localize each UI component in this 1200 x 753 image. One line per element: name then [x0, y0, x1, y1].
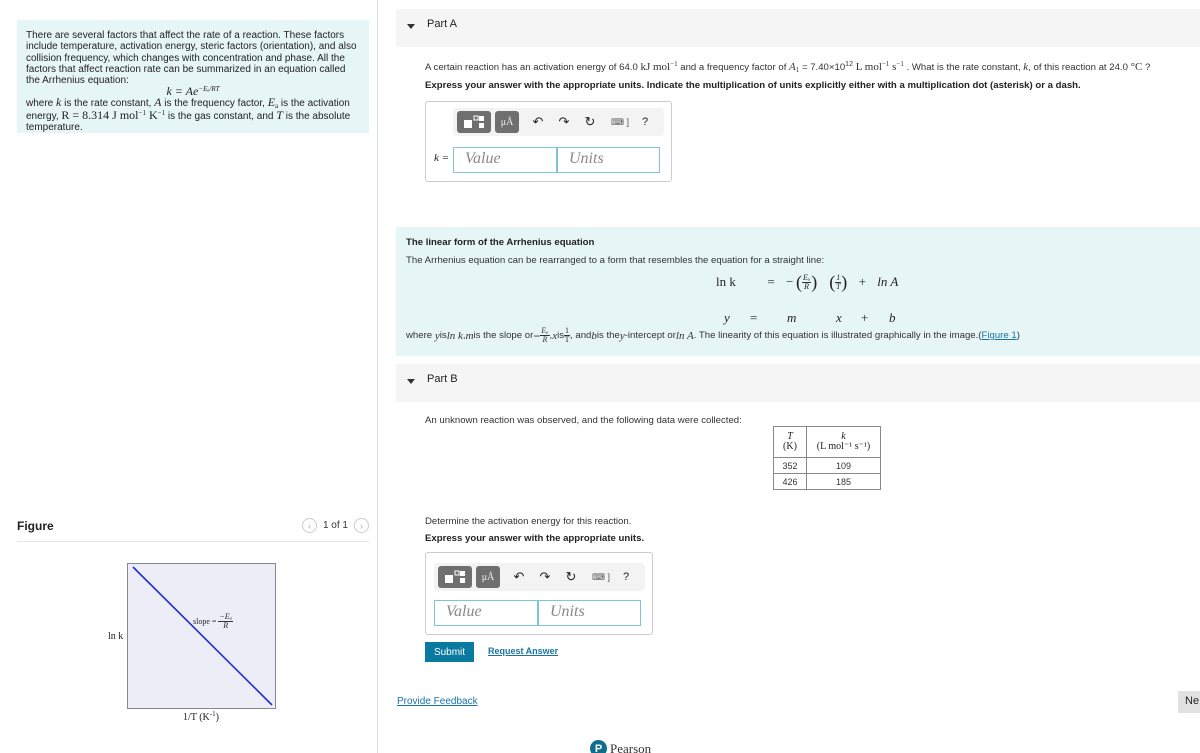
template-icon — [464, 115, 484, 128]
part-b-instruction: Express your answer with the appropriate… — [425, 533, 645, 544]
part-b-units-input[interactable]: Units — [538, 600, 641, 626]
linear-m-var: m — [787, 310, 797, 325]
template-icon — [445, 570, 465, 583]
part-a-units-input[interactable]: Units — [557, 147, 660, 173]
linear-form-title: The linear form of the Arrhenius equatio… — [406, 237, 595, 248]
table-cell: 352 — [773, 457, 807, 474]
part-b-intro: An unknown reaction was observed, and th… — [425, 415, 742, 426]
k-equals-label: k = — [434, 152, 450, 164]
linear-form-box: The linear form of the Arrhenius equatio… — [396, 227, 1200, 356]
table-header-row: T (K) k (L mol⁻¹ s⁻¹) — [773, 426, 881, 458]
pearson-wordmark: Pearson — [610, 740, 652, 753]
part-a-value-input[interactable]: Value — [453, 147, 557, 173]
pearson-brand: P Pearson — [590, 740, 651, 753]
help-icon[interactable]: ? — [637, 116, 653, 128]
reset-icon[interactable]: ↻ — [577, 114, 603, 130]
plot-svg — [132, 566, 273, 706]
table-cell: 109 — [806, 457, 881, 474]
next-figure-button[interactable]: › — [354, 518, 369, 533]
header-rate-constant: k (L mol⁻¹ s⁻¹) — [806, 426, 881, 458]
next-button[interactable]: Ne — [1178, 691, 1200, 713]
linear-y-var: y — [724, 310, 730, 325]
part-b-toolbar: μÅ ↶ ↷ ↻ ⌨ ] ? — [434, 563, 645, 591]
collapse-triangle-icon — [407, 24, 415, 29]
linear-equation: ln k = − (Eₐ R) (1 T) + ln A — [716, 271, 899, 292]
intro-paragraph: There are several factors that affect th… — [26, 30, 357, 87]
part-a-question: A certain reaction has an activation ene… — [425, 60, 1151, 74]
part-b-question: Determine the activation energy for this… — [425, 516, 632, 527]
linear-x-var: x — [836, 310, 842, 325]
data-table: T (K) k (L mol⁻¹ s⁻¹) 352 109 426 185 — [773, 426, 881, 490]
linear-form-intro: The Arrhenius equation can be rearranged… — [406, 255, 825, 266]
intro-definitions: where k is the rate constant, A is the f… — [26, 95, 351, 134]
left-panel: There are several factors that affect th… — [0, 0, 378, 753]
help-icon[interactable]: ? — [618, 571, 634, 583]
trend-line — [132, 566, 273, 706]
linear-eq-sign: = — [750, 310, 758, 325]
undo-icon[interactable]: ↶ — [506, 569, 532, 585]
figure-1-link[interactable]: Figure 1 — [982, 330, 1017, 341]
table-cell: 185 — [806, 473, 881, 490]
slope-annotation: slope = −Eₐ R — [193, 612, 234, 630]
provide-feedback-link[interactable]: Provide Feedback — [397, 696, 478, 707]
table-row: 426 185 — [773, 473, 881, 490]
redo-icon[interactable]: ↷ — [551, 114, 577, 130]
chevron-left-icon: ‹ — [307, 520, 311, 531]
part-a-label: Part A — [427, 18, 457, 30]
intro-info-box: There are several factors that affect th… — [17, 20, 369, 133]
reset-icon[interactable]: ↻ — [558, 569, 584, 585]
chevron-right-icon: › — [360, 520, 363, 531]
part-a-answer-box: μÅ ↶ ↷ ↻ ⌨ ] ? k = Value Units — [425, 101, 672, 182]
linear-plus: + — [861, 310, 869, 325]
arrhenius-equation: k = Ae−Eₐ/RT — [166, 84, 220, 99]
request-answer-link[interactable]: Request Answer — [488, 646, 558, 656]
linear-explanation: where y is ln k, m is the slope or − Eₐ R,… — [406, 326, 1020, 344]
linear-b-var: b — [889, 310, 896, 325]
x-axis-label: 1/T (K-1) — [183, 710, 219, 724]
redo-icon[interactable]: ↷ — [532, 569, 558, 585]
header-temperature: T (K) — [773, 426, 807, 458]
templates-button[interactable] — [438, 566, 472, 588]
figure-pager: ‹ 1 of 1 › — [301, 518, 369, 533]
templates-button[interactable] — [457, 111, 491, 133]
pager-text: 1 of 1 — [322, 520, 348, 531]
part-a-toolbar: μÅ ↶ ↷ ↻ ⌨ ] ? — [453, 108, 664, 136]
pearson-logo-icon: P — [590, 740, 607, 753]
units-button[interactable]: μÅ — [476, 566, 500, 588]
part-b-label: Part B — [427, 373, 458, 385]
figure-header: Figure ‹ 1 of 1 › — [17, 518, 369, 542]
table-cell: 426 — [773, 473, 807, 490]
collapse-triangle-icon — [407, 379, 415, 384]
figure-title: Figure — [17, 519, 54, 533]
part-a-instruction: Express your answer with the appropriate… — [425, 80, 1081, 91]
prev-figure-button[interactable]: ‹ — [301, 518, 317, 533]
keyboard-icon[interactable]: ⌨ ] — [584, 572, 618, 583]
y-axis-label: ln k — [108, 631, 124, 642]
arrhenius-plot — [127, 563, 276, 709]
part-b-answer-box: μÅ ↶ ↷ ↻ ⌨ ] ? Value Units — [425, 552, 653, 635]
slope-fraction: −Eₐ R — [218, 612, 234, 630]
part-b-value-input[interactable]: Value — [434, 600, 538, 626]
submit-button[interactable]: Submit — [425, 642, 474, 662]
keyboard-icon[interactable]: ⌨ ] — [603, 117, 637, 128]
units-button[interactable]: μÅ — [495, 111, 519, 133]
table-row: 352 109 — [773, 457, 881, 474]
part-b-header[interactable]: Part B — [396, 364, 1200, 402]
undo-icon[interactable]: ↶ — [525, 114, 551, 130]
part-a-header[interactable]: Part A — [396, 9, 1200, 47]
